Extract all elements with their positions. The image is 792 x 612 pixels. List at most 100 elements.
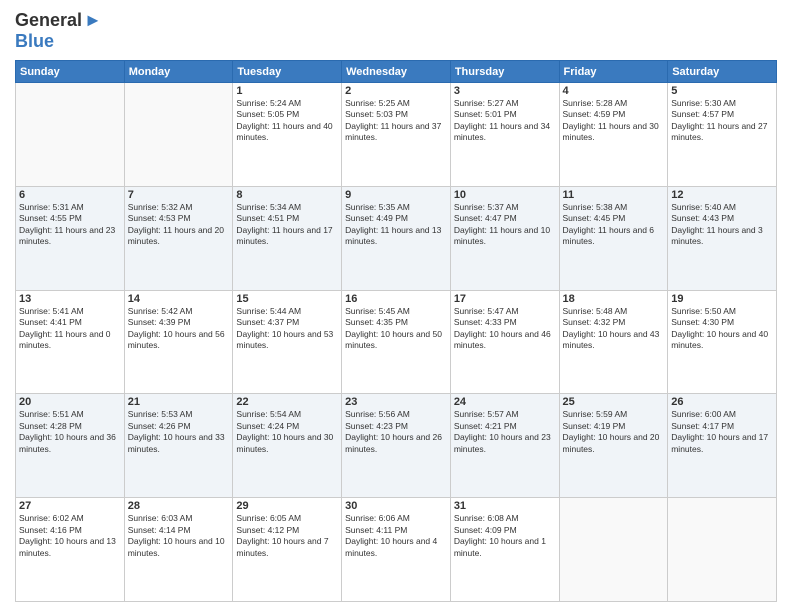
calendar-header-wednesday: Wednesday (342, 61, 451, 83)
day-info: Sunrise: 5:47 AMSunset: 4:33 PMDaylight:… (454, 306, 556, 352)
calendar-header-saturday: Saturday (668, 61, 777, 83)
calendar-cell: 6Sunrise: 5:31 AMSunset: 4:55 PMDaylight… (16, 186, 125, 290)
header: General ► Blue (15, 10, 777, 52)
day-number: 26 (671, 396, 773, 408)
day-info: Sunrise: 5:59 AMSunset: 4:19 PMDaylight:… (563, 409, 665, 455)
day-number: 6 (19, 189, 121, 201)
day-number: 5 (671, 85, 773, 97)
logo: General ► Blue (15, 10, 102, 52)
day-info: Sunrise: 6:05 AMSunset: 4:12 PMDaylight:… (236, 513, 338, 559)
day-info: Sunrise: 5:57 AMSunset: 4:21 PMDaylight:… (454, 409, 556, 455)
calendar-cell: 17Sunrise: 5:47 AMSunset: 4:33 PMDayligh… (450, 290, 559, 394)
calendar-cell: 1Sunrise: 5:24 AMSunset: 5:05 PMDaylight… (233, 83, 342, 187)
day-info: Sunrise: 5:24 AMSunset: 5:05 PMDaylight:… (236, 98, 338, 144)
day-number: 15 (236, 293, 338, 305)
day-number: 14 (128, 293, 230, 305)
day-info: Sunrise: 5:25 AMSunset: 5:03 PMDaylight:… (345, 98, 447, 144)
calendar-cell: 7Sunrise: 5:32 AMSunset: 4:53 PMDaylight… (124, 186, 233, 290)
calendar-cell: 12Sunrise: 5:40 AMSunset: 4:43 PMDayligh… (668, 186, 777, 290)
calendar-week-1: 1Sunrise: 5:24 AMSunset: 5:05 PMDaylight… (16, 83, 777, 187)
calendar-cell (668, 498, 777, 602)
day-info: Sunrise: 5:50 AMSunset: 4:30 PMDaylight:… (671, 306, 773, 352)
calendar-cell (124, 83, 233, 187)
day-number: 25 (563, 396, 665, 408)
calendar-cell: 14Sunrise: 5:42 AMSunset: 4:39 PMDayligh… (124, 290, 233, 394)
day-number: 16 (345, 293, 447, 305)
calendar-cell: 10Sunrise: 5:37 AMSunset: 4:47 PMDayligh… (450, 186, 559, 290)
calendar-header-thursday: Thursday (450, 61, 559, 83)
calendar-cell: 30Sunrise: 6:06 AMSunset: 4:11 PMDayligh… (342, 498, 451, 602)
logo-general: General (15, 10, 82, 31)
day-info: Sunrise: 5:51 AMSunset: 4:28 PMDaylight:… (19, 409, 121, 455)
calendar-week-4: 20Sunrise: 5:51 AMSunset: 4:28 PMDayligh… (16, 394, 777, 498)
calendar-cell: 15Sunrise: 5:44 AMSunset: 4:37 PMDayligh… (233, 290, 342, 394)
calendar-cell: 16Sunrise: 5:45 AMSunset: 4:35 PMDayligh… (342, 290, 451, 394)
day-info: Sunrise: 5:37 AMSunset: 4:47 PMDaylight:… (454, 202, 556, 248)
calendar-header-tuesday: Tuesday (233, 61, 342, 83)
day-number: 18 (563, 293, 665, 305)
day-number: 11 (563, 189, 665, 201)
day-info: Sunrise: 5:42 AMSunset: 4:39 PMDaylight:… (128, 306, 230, 352)
calendar-cell: 9Sunrise: 5:35 AMSunset: 4:49 PMDaylight… (342, 186, 451, 290)
calendar-cell: 28Sunrise: 6:03 AMSunset: 4:14 PMDayligh… (124, 498, 233, 602)
calendar-cell: 22Sunrise: 5:54 AMSunset: 4:24 PMDayligh… (233, 394, 342, 498)
calendar-cell: 2Sunrise: 5:25 AMSunset: 5:03 PMDaylight… (342, 83, 451, 187)
calendar-week-3: 13Sunrise: 5:41 AMSunset: 4:41 PMDayligh… (16, 290, 777, 394)
day-number: 31 (454, 500, 556, 512)
calendar-week-5: 27Sunrise: 6:02 AMSunset: 4:16 PMDayligh… (16, 498, 777, 602)
day-info: Sunrise: 5:34 AMSunset: 4:51 PMDaylight:… (236, 202, 338, 248)
calendar-cell: 27Sunrise: 6:02 AMSunset: 4:16 PMDayligh… (16, 498, 125, 602)
calendar-cell: 18Sunrise: 5:48 AMSunset: 4:32 PMDayligh… (559, 290, 668, 394)
day-number: 30 (345, 500, 447, 512)
calendar-cell: 20Sunrise: 5:51 AMSunset: 4:28 PMDayligh… (16, 394, 125, 498)
day-info: Sunrise: 5:31 AMSunset: 4:55 PMDaylight:… (19, 202, 121, 248)
day-info: Sunrise: 5:53 AMSunset: 4:26 PMDaylight:… (128, 409, 230, 455)
day-info: Sunrise: 5:54 AMSunset: 4:24 PMDaylight:… (236, 409, 338, 455)
calendar-cell: 26Sunrise: 6:00 AMSunset: 4:17 PMDayligh… (668, 394, 777, 498)
day-number: 29 (236, 500, 338, 512)
calendar-header-friday: Friday (559, 61, 668, 83)
day-info: Sunrise: 6:06 AMSunset: 4:11 PMDaylight:… (345, 513, 447, 559)
day-info: Sunrise: 5:44 AMSunset: 4:37 PMDaylight:… (236, 306, 338, 352)
logo-arrow-icon: ► (84, 10, 102, 31)
day-info: Sunrise: 5:30 AMSunset: 4:57 PMDaylight:… (671, 98, 773, 144)
day-info: Sunrise: 5:48 AMSunset: 4:32 PMDaylight:… (563, 306, 665, 352)
day-number: 4 (563, 85, 665, 97)
day-info: Sunrise: 5:45 AMSunset: 4:35 PMDaylight:… (345, 306, 447, 352)
day-info: Sunrise: 5:32 AMSunset: 4:53 PMDaylight:… (128, 202, 230, 248)
calendar-cell: 13Sunrise: 5:41 AMSunset: 4:41 PMDayligh… (16, 290, 125, 394)
day-info: Sunrise: 5:40 AMSunset: 4:43 PMDaylight:… (671, 202, 773, 248)
day-number: 17 (454, 293, 556, 305)
day-info: Sunrise: 5:41 AMSunset: 4:41 PMDaylight:… (19, 306, 121, 352)
day-info: Sunrise: 6:00 AMSunset: 4:17 PMDaylight:… (671, 409, 773, 455)
day-number: 1 (236, 85, 338, 97)
day-number: 13 (19, 293, 121, 305)
day-info: Sunrise: 5:35 AMSunset: 4:49 PMDaylight:… (345, 202, 447, 248)
day-number: 8 (236, 189, 338, 201)
day-number: 28 (128, 500, 230, 512)
day-number: 2 (345, 85, 447, 97)
day-info: Sunrise: 6:08 AMSunset: 4:09 PMDaylight:… (454, 513, 556, 559)
calendar-header-sunday: Sunday (16, 61, 125, 83)
day-number: 23 (345, 396, 447, 408)
day-info: Sunrise: 5:27 AMSunset: 5:01 PMDaylight:… (454, 98, 556, 144)
calendar-header-row: SundayMondayTuesdayWednesdayThursdayFrid… (16, 61, 777, 83)
day-number: 7 (128, 189, 230, 201)
calendar-cell: 21Sunrise: 5:53 AMSunset: 4:26 PMDayligh… (124, 394, 233, 498)
calendar-cell (16, 83, 125, 187)
day-info: Sunrise: 5:28 AMSunset: 4:59 PMDaylight:… (563, 98, 665, 144)
day-info: Sunrise: 5:38 AMSunset: 4:45 PMDaylight:… (563, 202, 665, 248)
day-number: 9 (345, 189, 447, 201)
calendar-cell: 19Sunrise: 5:50 AMSunset: 4:30 PMDayligh… (668, 290, 777, 394)
logo-blue: Blue (15, 31, 54, 52)
calendar-cell: 8Sunrise: 5:34 AMSunset: 4:51 PMDaylight… (233, 186, 342, 290)
day-number: 12 (671, 189, 773, 201)
day-number: 21 (128, 396, 230, 408)
calendar-cell: 29Sunrise: 6:05 AMSunset: 4:12 PMDayligh… (233, 498, 342, 602)
calendar-cell: 5Sunrise: 5:30 AMSunset: 4:57 PMDaylight… (668, 83, 777, 187)
page: General ► Blue SundayMondayTuesdayWednes… (0, 0, 792, 612)
calendar-week-2: 6Sunrise: 5:31 AMSunset: 4:55 PMDaylight… (16, 186, 777, 290)
day-number: 10 (454, 189, 556, 201)
day-info: Sunrise: 6:02 AMSunset: 4:16 PMDaylight:… (19, 513, 121, 559)
day-number: 27 (19, 500, 121, 512)
